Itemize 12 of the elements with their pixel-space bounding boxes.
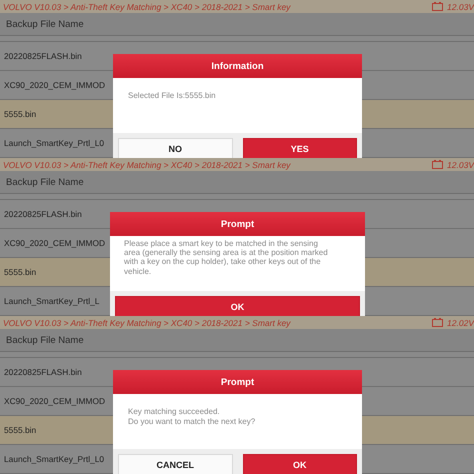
column-header: Backup File Name	[6, 176, 84, 188]
dialog-title: Prompt	[110, 212, 365, 236]
dialog-title: Prompt	[113, 370, 362, 394]
column-header: Backup File Name	[6, 18, 84, 30]
column-header: Backup File Name	[6, 334, 84, 346]
breadcrumb: VOLVO V10.03 > Anti-Theft Key Matching > XC40 > 2018-2021 > Smart key	[3, 160, 290, 170]
dialog-title: Information	[113, 54, 362, 78]
breadcrumb: VOLVO V10.03 > Anti-Theft Key Matching > XC40 > 2018-2021 > Smart key	[3, 2, 290, 12]
breadcrumb: VOLVO V10.03 > Anti-Theft Key Matching > XC40 > 2018-2021 > Smart key	[3, 318, 290, 328]
dialog-message: Selected File Is:5555.bin	[128, 91, 217, 102]
dialog-message: Please place a smart key to be matched in the sensing area (generally the sensing area is at the position marked with a key on the cup holder), take other keys out of the vehicle.	[124, 239, 329, 276]
dialog-message: Key matching succeeded. Do you want to match the next key?	[128, 407, 256, 428]
